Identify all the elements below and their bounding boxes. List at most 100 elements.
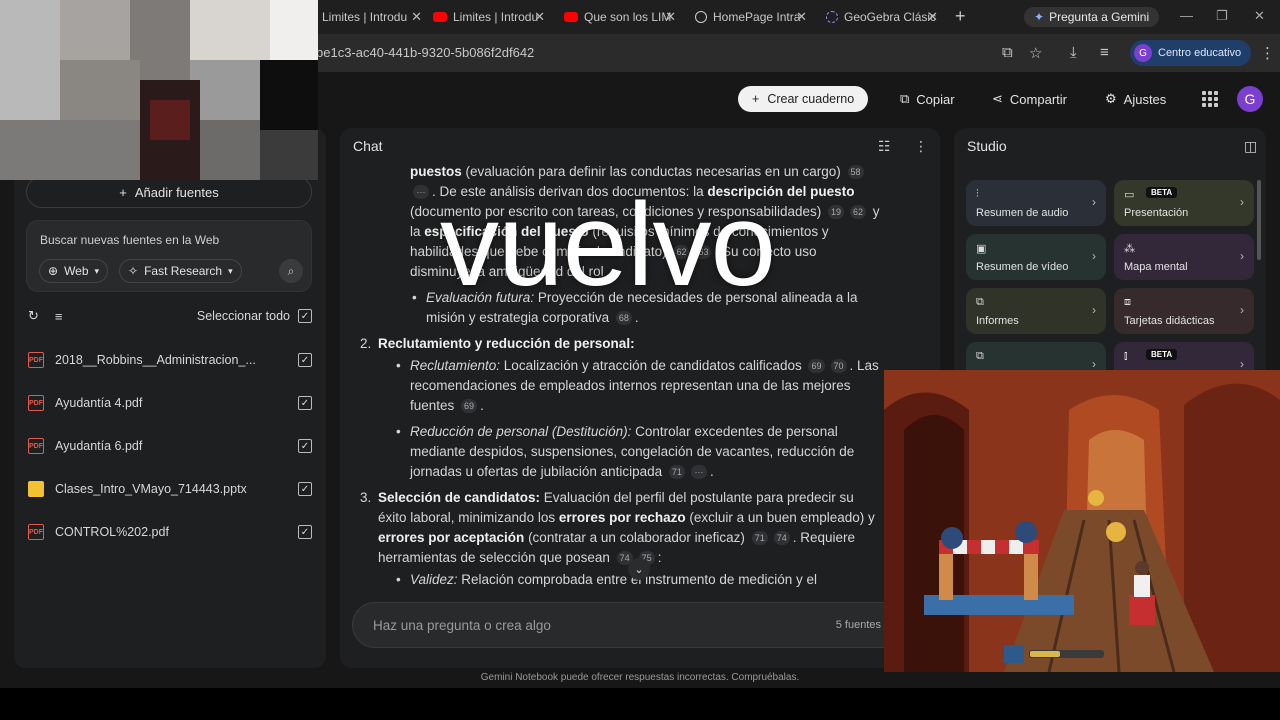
numbered-item: 3. Selección de candidatos: Evaluación d… bbox=[360, 488, 880, 590]
flashcards-tile[interactable]: ⧈ Tarjetas didácticas › bbox=[1114, 288, 1254, 334]
source-item[interactable]: PDF 2018__Robbins__Administracion_... ✓ bbox=[28, 345, 312, 375]
source-item[interactable]: PDF CONTROL%202.pdf ✓ bbox=[28, 517, 312, 547]
browser-tab[interactable]: GeoGebra Clásic ✕ bbox=[826, 6, 938, 28]
close-icon[interactable]: ✕ bbox=[927, 9, 938, 25]
share-button[interactable]: ⋖ Compartir bbox=[992, 86, 1067, 112]
geogebra-icon bbox=[826, 11, 838, 23]
fast-research-chip[interactable]: ✧ Fast Research ▾ bbox=[119, 259, 242, 283]
chevron-down-icon: ▾ bbox=[94, 265, 100, 276]
reports-tile[interactable]: ⧉ Informes › bbox=[966, 288, 1106, 334]
source-name: Ayudantía 6.pdf bbox=[55, 439, 143, 453]
select-all-row: ↻ ≡ Seleccionar todo ✓ bbox=[28, 302, 312, 330]
slides-icon: ▭ bbox=[1124, 189, 1135, 201]
citation-chip[interactable]: 69 bbox=[808, 359, 825, 373]
studio-title: Studio bbox=[967, 138, 1007, 154]
chevron-right-icon: › bbox=[1092, 249, 1096, 263]
source-checkbox[interactable]: ✓ bbox=[298, 525, 312, 539]
settings-label: Ajustes bbox=[1123, 91, 1167, 107]
citation-chip[interactable]: 69 bbox=[461, 399, 478, 413]
audio-overview-tile[interactable]: ⫶ Resumen de audio › bbox=[966, 180, 1106, 226]
close-icon[interactable]: ✕ bbox=[665, 9, 676, 25]
list-item: Reducción de personal (Destitución): Con… bbox=[394, 422, 880, 482]
more-vert-icon[interactable]: ⋮ bbox=[914, 138, 928, 155]
copy-icon: ⧉ bbox=[900, 91, 910, 106]
chat-input[interactable]: Haz una pregunta o crea algo bbox=[373, 618, 551, 633]
media-queue-icon[interactable]: ≡ bbox=[1100, 44, 1109, 61]
citation-chip[interactable]: ··· bbox=[413, 185, 429, 199]
install-app-icon[interactable]: ⧉ bbox=[1002, 44, 1013, 61]
apps-grid-icon[interactable] bbox=[1202, 91, 1218, 107]
settings-button[interactable]: ⚙ Ajustes bbox=[1105, 86, 1166, 112]
browser-tab[interactable]: Que son los LIM ✕ bbox=[564, 6, 676, 28]
source-checkbox[interactable]: ✓ bbox=[298, 439, 312, 453]
browser-tab[interactable]: Limites | Introdu ✕ bbox=[433, 6, 545, 28]
refresh-icon[interactable]: ↻ bbox=[28, 308, 39, 324]
plus-icon: + bbox=[119, 184, 127, 200]
beta-badge: BETA bbox=[1146, 187, 1178, 198]
sparkle-search-icon: ✧ bbox=[128, 264, 139, 278]
citation-chip[interactable]: 68 bbox=[615, 311, 632, 325]
mind-map-tile[interactable]: ⁂ Mapa mental › bbox=[1114, 234, 1254, 280]
chat-input-box[interactable]: Haz una pregunta o crea algo 5 fuentes bbox=[352, 602, 928, 648]
url-field[interactable]: be1c3-ac40-441b-9320-5b086f2df642 bbox=[316, 45, 534, 60]
source-checkbox[interactable]: ✓ bbox=[298, 353, 312, 367]
ask-gemini-button[interactable]: ✦ Pregunta a Gemini bbox=[1024, 7, 1160, 27]
chat-title: Chat bbox=[353, 138, 383, 154]
source-item[interactable]: PDF Ayudantía 6.pdf ✓ bbox=[28, 431, 312, 461]
bookmark-star-icon[interactable]: ☆ bbox=[1029, 44, 1042, 62]
more-menu-icon[interactable]: ⋮ bbox=[1260, 44, 1275, 62]
scrollbar[interactable] bbox=[1257, 180, 1261, 260]
window-close-icon[interactable]: ✕ bbox=[1254, 8, 1265, 24]
search-icon[interactable]: ⌕ bbox=[279, 259, 303, 283]
select-all-checkbox[interactable]: ✓ bbox=[298, 309, 312, 323]
source-item[interactable]: Clases_Intro_VMayo_714443.pptx ✓ bbox=[28, 474, 312, 504]
citation-chip[interactable]: 71 bbox=[668, 465, 685, 479]
close-icon[interactable]: ✕ bbox=[796, 9, 807, 25]
pdf-icon: PDF bbox=[28, 395, 44, 411]
source-name: 2018__Robbins__Administracion_... bbox=[55, 353, 256, 367]
globe-icon bbox=[695, 11, 707, 23]
tune-icon[interactable]: ☷ bbox=[878, 138, 891, 155]
gemini-sparkle-icon: ✦ bbox=[1034, 10, 1045, 24]
chevron-down-icon: ▾ bbox=[228, 265, 233, 276]
tile-label: Mapa mental bbox=[1124, 261, 1188, 273]
web-search-box: Buscar nuevas fuentes en la Web ⊕ Web ▾ … bbox=[26, 220, 312, 292]
copy-button[interactable]: ⧉ Copiar bbox=[900, 86, 955, 112]
citation-chip[interactable]: 70 bbox=[830, 359, 847, 373]
tile-label: Resumen de audio bbox=[976, 207, 1069, 219]
close-icon[interactable]: ✕ bbox=[534, 9, 545, 25]
citation-chip[interactable]: 62 bbox=[850, 205, 867, 219]
scroll-down-icon[interactable]: ⌄ bbox=[628, 558, 650, 580]
web-chip[interactable]: ⊕ Web ▾ bbox=[39, 259, 109, 283]
create-notebook-label: Crear cuaderno bbox=[767, 92, 855, 106]
tile-label: Presentación bbox=[1124, 207, 1189, 219]
profile-button[interactable]: G Centro educativo bbox=[1130, 40, 1252, 66]
video-overview-tile[interactable]: ▣ Resumen de vídeo › bbox=[966, 234, 1106, 280]
minimize-icon[interactable]: — bbox=[1180, 8, 1193, 23]
create-notebook-button[interactable]: + Crear cuaderno bbox=[738, 86, 869, 112]
citation-chip[interactable]: 19 bbox=[827, 205, 844, 219]
citation-chip[interactable]: 58 bbox=[847, 165, 864, 179]
browser-tab[interactable]: Limites | Introdu ✕ bbox=[322, 6, 422, 28]
web-search-input[interactable]: Buscar nuevas fuentes en la Web bbox=[40, 233, 219, 247]
sort-icon[interactable]: ≡ bbox=[55, 309, 63, 324]
citation-chip[interactable]: ··· bbox=[690, 465, 707, 479]
avatar[interactable]: G bbox=[1237, 86, 1263, 112]
beta-badge: BETA bbox=[1146, 349, 1178, 360]
presentation-tile[interactable]: ▭ BETA Presentación › bbox=[1114, 180, 1254, 226]
source-checkbox[interactable]: ✓ bbox=[298, 396, 312, 410]
source-item[interactable]: PDF Ayudantía 4.pdf ✓ bbox=[28, 388, 312, 418]
close-icon[interactable]: ✕ bbox=[411, 9, 422, 25]
download-icon[interactable]: ⤓ bbox=[1070, 44, 1077, 61]
pdf-icon: PDF bbox=[28, 352, 44, 368]
restore-icon[interactable]: ❐ bbox=[1216, 8, 1228, 24]
collapse-panel-icon[interactable]: ◫ bbox=[1244, 138, 1257, 155]
citation-chip[interactable]: 74 bbox=[773, 531, 790, 545]
citation-chip[interactable]: 71 bbox=[751, 531, 768, 545]
web-chip-label: Web bbox=[64, 264, 89, 278]
browser-tab[interactable]: HomePage Intra ✕ bbox=[695, 6, 807, 28]
source-checkbox[interactable]: ✓ bbox=[298, 482, 312, 496]
new-tab-icon[interactable]: + bbox=[955, 6, 966, 27]
add-sources-button[interactable]: + Añadir fuentes bbox=[26, 176, 312, 208]
video-icon: ▣ bbox=[976, 243, 987, 255]
